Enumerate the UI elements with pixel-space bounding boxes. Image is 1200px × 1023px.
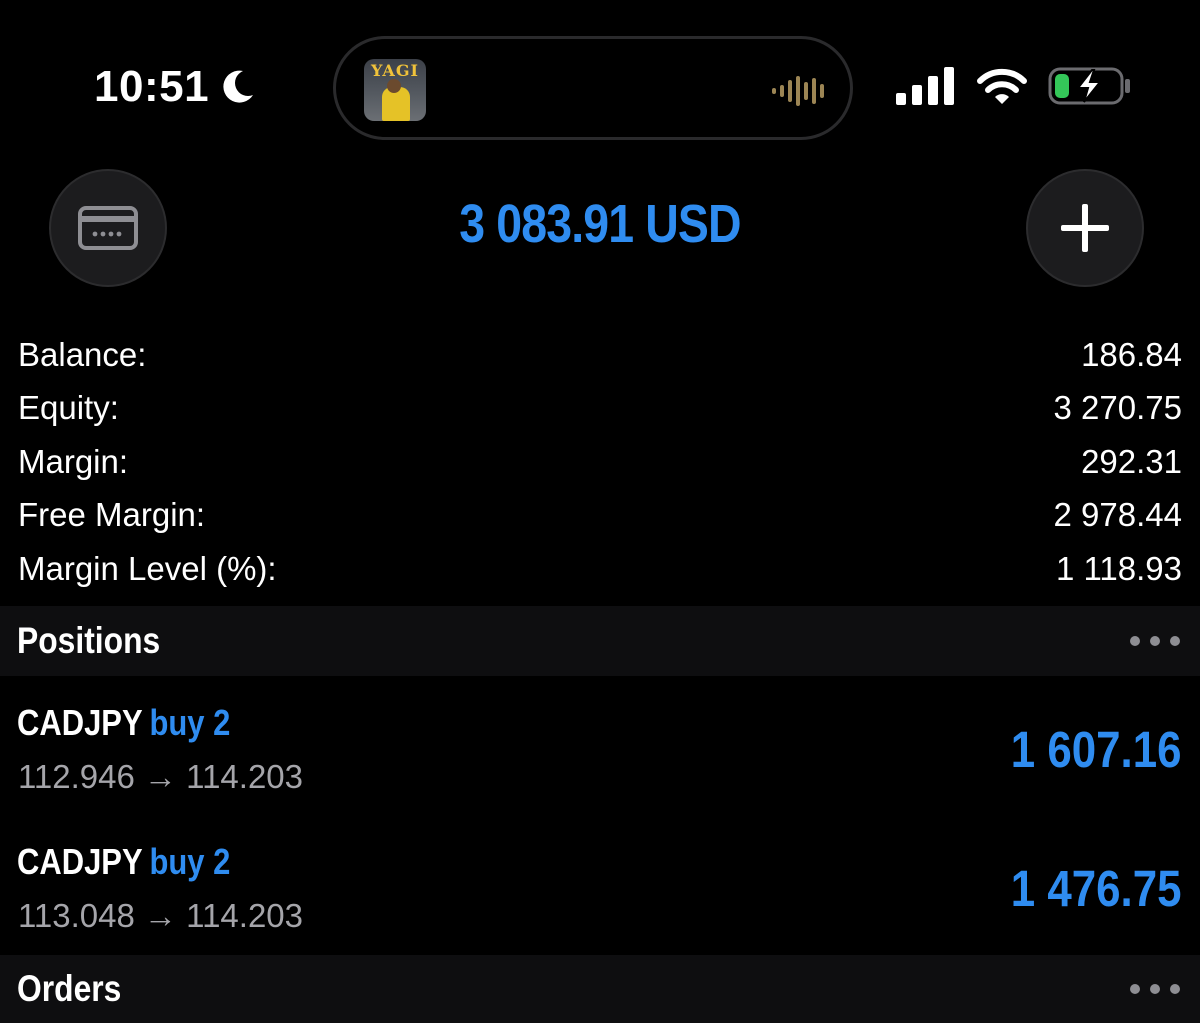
card-icon — [78, 206, 138, 250]
wifi-icon — [977, 68, 1027, 104]
position-prices: 112.946 → 114.203 — [18, 758, 304, 795]
summary-row-balance: Balance: 186.84 — [0, 328, 1200, 382]
waveform-icon — [772, 75, 824, 107]
more-dots-icon[interactable] — [1130, 636, 1180, 646]
position-profit: 1 607.16 — [1011, 721, 1182, 778]
summary-row-free-margin: Free Margin: 2 978.44 — [0, 489, 1200, 543]
position-symbol: CADJPY buy 2 — [17, 841, 230, 883]
battery-charging-icon — [1048, 67, 1130, 105]
more-dots-icon[interactable] — [1130, 984, 1180, 994]
summary-label: Balance: — [18, 335, 147, 373]
symbol-name: CADJPY — [17, 841, 143, 882]
position-row[interactable]: CADJPY buy 2 112.946 → 114.203 1 607.16 — [0, 676, 1200, 814]
new-order-button[interactable] — [1026, 169, 1144, 287]
summary-label: Margin Level (%): — [18, 549, 277, 587]
account-summary: Balance: 186.84 Equity: 3 270.75 Margin:… — [0, 328, 1200, 596]
orders-header: Orders — [0, 955, 1200, 1023]
position-prices: 113.048 → 114.203 — [18, 897, 304, 934]
summary-row-margin: Margin: 292.31 — [0, 435, 1200, 489]
screen: 10:51 YAGI 3 083.91 USD Balance: 186.84 … — [0, 0, 1200, 1023]
plus-icon — [1061, 204, 1109, 252]
section-title: Orders — [17, 968, 122, 1009]
position-symbol: CADJPY buy 2 — [17, 702, 230, 744]
summary-value: 1 118.93 — [1055, 549, 1182, 587]
position-type: buy 2 — [149, 702, 231, 743]
position-type: buy 2 — [149, 841, 231, 882]
album-title: YAGI — [371, 61, 419, 80]
moon-icon — [223, 70, 254, 103]
summary-label: Margin: — [18, 442, 129, 480]
album-head — [387, 79, 401, 93]
summary-label: Free Margin: — [18, 496, 206, 534]
dynamic-island[interactable]: YAGI — [333, 36, 853, 140]
summary-value: 292.31 — [1081, 442, 1182, 480]
summary-value: 2 978.44 — [1053, 496, 1182, 534]
accounts-button[interactable] — [49, 169, 167, 287]
summary-row-margin-level: Margin Level (%): 1 118.93 — [0, 542, 1200, 596]
summary-value: 3 270.75 — [1053, 389, 1182, 427]
summary-value: 186.84 — [1081, 335, 1182, 373]
clock: 10:51 — [94, 62, 210, 111]
section-title: Positions — [17, 620, 161, 661]
position-profit: 1 476.75 — [1011, 860, 1182, 917]
cellular-signal-icon — [896, 67, 954, 105]
position-row[interactable]: CADJPY buy 2 113.048 → 114.203 1 476.75 — [0, 815, 1200, 953]
status-icons — [896, 66, 1132, 106]
positions-header: Positions — [0, 606, 1200, 676]
status-time: 10:51 — [94, 62, 257, 112]
summary-label: Equity: — [18, 389, 119, 427]
symbol-name: CADJPY — [17, 702, 143, 743]
header-balance: 3 083.91 USD — [459, 194, 741, 254]
album-art[interactable]: YAGI — [364, 59, 426, 121]
summary-row-equity: Equity: 3 270.75 — [0, 382, 1200, 436]
